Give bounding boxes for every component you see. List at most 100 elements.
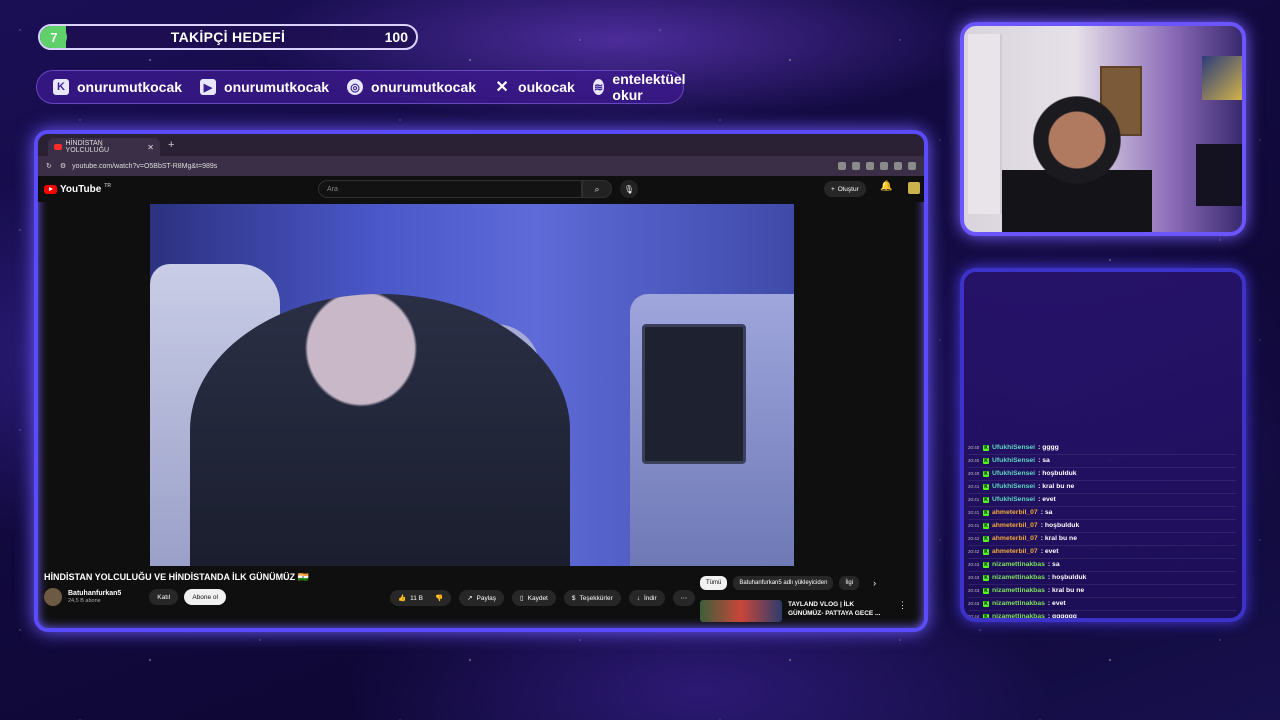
chat-username[interactable]: nizamettinakbas (992, 561, 1045, 568)
subscriber-count: 24,5 B abone (68, 598, 101, 604)
chat-message: 20:40 K UfukhiSensei: hoşbulduk (968, 468, 1236, 481)
chat-message: 20:42 Kahmeterbil_07: kral bu ne (968, 533, 1236, 546)
join-button[interactable]: Katıl (149, 589, 179, 605)
chat-username[interactable]: ahmeterbil_07 (992, 509, 1038, 516)
chat-username[interactable]: UfukhiSensei (992, 496, 1035, 503)
dollar-icon: $ (571, 594, 576, 602)
chat-timestamp: 20:41 (968, 510, 980, 515)
bookmark-icon: ▯ (520, 595, 524, 602)
chat-message: 20:43 Knizamettinakbas: kral bu ne (968, 585, 1236, 598)
extension-icon[interactable] (908, 162, 916, 170)
chat-username[interactable]: ahmeterbil_07 (992, 548, 1038, 555)
account-avatar[interactable] (908, 182, 920, 194)
video-player[interactable] (150, 204, 794, 566)
chat-username[interactable]: ahmeterbil_07 (992, 535, 1038, 542)
browser-tab-strip: HİNDİSTAN YOLCULUĞU ✕ + (38, 134, 924, 156)
like-count: 11 B (410, 594, 423, 602)
chip-all[interactable]: Tümü (700, 576, 728, 590)
chat-text: : hoşbulduk (1038, 470, 1077, 477)
site-info-icon[interactable]: ⚙ (60, 162, 66, 170)
chip-related[interactable]: İlgi (839, 576, 860, 590)
chat-username[interactable]: UfukhiSensei (992, 444, 1035, 451)
webcam-door (968, 34, 1002, 214)
chat-timestamp: 20:40 (968, 445, 980, 450)
recommended-video[interactable]: TAYLAND VLOG | İLK GÜNÜMÜZ- PATTAYA GECE… (700, 600, 907, 622)
social-x: ✕ oukocak (494, 79, 575, 96)
video-frame-person (190, 294, 570, 566)
recommended-thumbnail[interactable] (700, 600, 782, 622)
kick-badge-icon: K (983, 470, 989, 477)
recommended-title[interactable]: TAYLAND VLOG | İLK GÜNÜMÜZ- PATTAYA GECE… (788, 600, 884, 622)
save-button[interactable]: ▯ Kaydet (512, 590, 556, 606)
extension-icon[interactable] (866, 162, 874, 170)
youtube-topbar: YouTube TR Ara ⌕ 🎙 + Oluştur 🔔 (38, 176, 924, 202)
channel-name[interactable]: Batuhanfurkan5 (68, 590, 121, 597)
chip-uploader[interactable]: Batuhanfurkan5 adlı yükleyiciden (733, 576, 834, 590)
chat-timestamp: 20:42 (968, 536, 980, 541)
like-button[interactable]: 👍 11 B 👎 (390, 590, 452, 606)
thanks-label: Teşekkürler (579, 594, 613, 602)
chat-message: 20:40 K UfukhiSensei: sa (968, 455, 1236, 468)
chat-username[interactable]: ahmeterbil_07 (992, 522, 1038, 529)
create-button[interactable]: + Oluştur (824, 181, 866, 197)
thumbs-up-icon: 👍 (398, 595, 407, 602)
social-handle: onurumutkocak (371, 79, 477, 95)
chat-username[interactable]: UfukhiSensei (992, 483, 1035, 490)
chat-messages: 20:40 K UfukhiSensei: gggg 20:40 K UfukhiSens… (968, 442, 1236, 618)
kick-badge-icon: K (983, 600, 989, 607)
browser-tab[interactable]: HİNDİSTAN YOLCULUĞU ✕ (48, 138, 160, 156)
extension-icon[interactable] (894, 162, 902, 170)
video-title: HİNDİSTAN YOLCULUĞU VE HİNDİSTANDA İLK G… (44, 572, 309, 582)
channel-row: Batuhanfurkan5 24,5 B abone Katıl Abone … (44, 588, 226, 606)
new-tab-icon[interactable]: + (168, 139, 174, 151)
kebab-menu-icon[interactable]: ⋮ (898, 600, 907, 622)
social-handle: entelektüel okur (612, 71, 686, 103)
webcam-overlay (960, 22, 1246, 236)
subscribe-button[interactable]: Abone ol (184, 589, 226, 605)
chat-timestamp: 20:42 (968, 549, 980, 554)
download-button[interactable]: ↓ İndir (628, 590, 665, 606)
chat-message: 20:43 Knizamettinakbas: hoşbulduk (968, 572, 1236, 585)
browser-capture-frame: HİNDİSTAN YOLCULUĞU ✕ + ↻ ⚙ youtube.com/… (34, 130, 928, 632)
kick-badge-icon: K (983, 561, 989, 568)
chevron-right-icon[interactable]: › (873, 578, 876, 588)
tab-title: HİNDİSTAN YOLCULUĞU (65, 140, 110, 154)
chat-username[interactable]: nizamettinakbas (992, 613, 1045, 618)
share-button[interactable]: ↗ Paylaş (459, 590, 505, 606)
chat-username[interactable]: nizamettinakbas (992, 600, 1045, 607)
thanks-button[interactable]: $ Teşekkürler (563, 590, 621, 606)
webcam-painting (1202, 56, 1242, 100)
share-label: Paylaş (476, 594, 497, 602)
search-icon[interactable]: ⌕ (582, 180, 612, 198)
kick-badge-icon: K (983, 574, 989, 581)
social-handle: oukocak (518, 79, 575, 95)
url-field[interactable]: ⚙ youtube.com/watch?v=O5BbST-R8Mg&t=989s (60, 162, 830, 171)
reload-icon[interactable]: ↻ (46, 162, 52, 170)
social-youtube: ▶ onurumutkocak (200, 79, 329, 95)
chat-username[interactable]: UfukhiSensei (992, 457, 1035, 464)
chat-timestamp: 20:41 (968, 484, 980, 489)
chat-timestamp: 20:43 (968, 575, 980, 580)
youtube-icon: ▶ (200, 79, 217, 95)
social-handle: onurumutkocak (224, 79, 330, 95)
chat-text: : hoşbulduk (1040, 522, 1080, 529)
youtube-logo[interactable]: YouTube TR (44, 183, 111, 195)
extension-icon[interactable] (852, 162, 860, 170)
social-instagram: ◎ onurumutkocak (347, 79, 476, 95)
notifications-bell-icon[interactable]: 🔔 (880, 181, 892, 192)
microphone-icon[interactable]: 🎙 (620, 180, 638, 198)
extension-icon[interactable] (880, 162, 888, 170)
thumbs-down-icon[interactable]: 👎 (435, 594, 443, 602)
chat-text: : kral bu ne (1040, 535, 1077, 542)
search-input[interactable]: Ara (318, 180, 582, 198)
extension-icon[interactable] (838, 162, 846, 170)
chat-username[interactable]: nizamettinakbas (992, 574, 1045, 581)
chat-username[interactable]: nizamettinakbas (992, 587, 1045, 594)
more-actions-icon[interactable]: ⋯ (672, 590, 696, 606)
chat-username[interactable]: UfukhiSensei (992, 470, 1035, 477)
video-frame-seat-screen (642, 324, 746, 464)
chat-text: : evet (1038, 496, 1056, 503)
download-label: İndir (643, 594, 657, 602)
tab-close-icon[interactable]: ✕ (147, 143, 154, 152)
channel-avatar[interactable] (44, 588, 62, 606)
